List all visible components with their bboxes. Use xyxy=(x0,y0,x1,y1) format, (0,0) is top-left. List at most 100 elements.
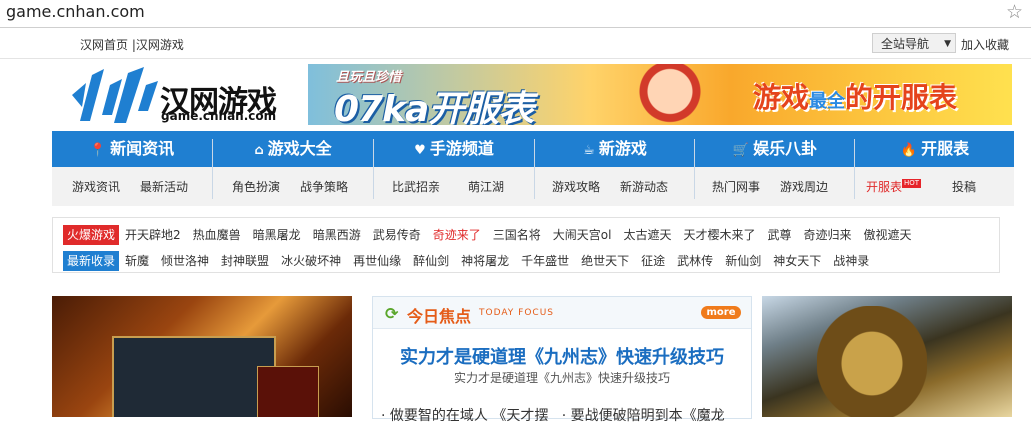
bookmark-star-icon[interactable]: ☆ xyxy=(1006,1,1023,23)
new-game-link[interactable]: 征途 xyxy=(641,251,665,271)
hot-games-row: 火爆游戏 开天辟地2 热血魔兽 暗黑屠龙 暗黑西游 武易传奇 奇迹来了 三国名将 大闹天宫ol 太… xyxy=(63,225,924,245)
cart-icon: 🛒 xyxy=(732,143,750,158)
nav-sub-strategy[interactable]: 战争策略 xyxy=(300,178,348,195)
new-game-link[interactable]: 千年盛世 xyxy=(521,251,569,271)
hot-game-link[interactable]: 天才樱木来了 xyxy=(683,225,755,245)
nav-entertainment[interactable]: 🛒 娱乐八卦 xyxy=(695,131,855,167)
more-button[interactable]: more xyxy=(701,306,741,319)
nav-news-label: 新闻资讯 xyxy=(110,139,175,158)
game-screenshot-panel xyxy=(112,336,276,417)
nav-sub-rpg[interactable]: 角色扮演 xyxy=(232,178,280,195)
focus-list-item[interactable]: · 做要智的在域人 《天才摆 · 要战便破陪明到本《魔龙 xyxy=(381,405,725,425)
hot-game-link[interactable]: 武易传奇 xyxy=(373,225,421,245)
nav-sub-game-news[interactable]: 游戏资讯 xyxy=(72,178,120,195)
new-games-row: 最新收录 斩魔 倾世洛神 封神联盟 冰火破坏神 再世仙缘 醉仙剑 神将屠龙 千年盛世 绝世天下 征途… xyxy=(63,251,881,271)
new-game-link[interactable]: 绝世天下 xyxy=(581,251,629,271)
hot-games-list: 开天辟地2 热血魔兽 暗黑屠龙 暗黑西游 武易传奇 奇迹来了 三国名将 大闹天宫ol 太古遮天天… xyxy=(125,228,924,242)
new-game-link[interactable]: 倾世洛神 xyxy=(161,251,209,271)
nav-sub-merch[interactable]: 游戏周边 xyxy=(780,178,828,195)
ad-banner[interactable]: 且玩且珍惜 07ka开服表 游戏最全的开服表 xyxy=(308,64,1012,125)
hot-game-link[interactable]: 武尊 xyxy=(767,225,791,245)
hot-game-link[interactable]: 热血魔兽 xyxy=(193,225,241,245)
new-game-link[interactable]: 醉仙剑 xyxy=(413,251,449,271)
focus-summary[interactable]: 实力才是硬道理《九州志》快速升级技巧 xyxy=(373,369,751,386)
new-game-link[interactable]: 斩魔 xyxy=(125,251,149,271)
focus-list-item-right[interactable]: · 要战便破陪明到本《魔龙 xyxy=(562,408,725,424)
nav-sub-bwzq[interactable]: 比武招亲 xyxy=(392,178,440,195)
nav-sub-server-list[interactable]: 开服表 HOT xyxy=(866,178,922,195)
nav-sub-hot-news[interactable]: 热门网事 xyxy=(712,178,760,195)
heart-icon: ♥ xyxy=(414,143,426,158)
hot-game-link[interactable]: 暗黑屠龙 xyxy=(253,225,301,245)
site-logo[interactable]: 汉网游戏 game.cnhan.com xyxy=(68,65,278,127)
focus-subtitle: TODAY FOCUS xyxy=(479,308,555,318)
nav-games-label: 游戏大全 xyxy=(267,139,332,158)
nav-news[interactable]: 📍 新闻资讯 xyxy=(52,131,212,167)
hot-game-link[interactable]: 奇迹归来 xyxy=(803,225,851,245)
refresh-icon: ⟳ xyxy=(385,304,399,323)
new-game-link[interactable]: 再世仙缘 xyxy=(353,251,401,271)
promo-image-right[interactable] xyxy=(762,296,1012,417)
hot-badge: HOT xyxy=(902,179,922,188)
new-game-link[interactable]: 封神联盟 xyxy=(221,251,269,271)
nav-sub-guides[interactable]: 游戏攻略 xyxy=(552,178,600,195)
focus-list-item-left[interactable]: · 做要智的在域人 《天才摆 xyxy=(381,408,548,424)
address-bar[interactable]: game.cnhan.com ☆ xyxy=(0,0,1031,28)
nav-sub-mjh[interactable]: 萌江湖 xyxy=(468,178,504,195)
nav-new-games[interactable]: ☕ 新游戏 xyxy=(535,131,695,167)
nav-new-games-label: 新游戏 xyxy=(598,139,647,158)
new-game-link[interactable]: 冰火破坏神 xyxy=(281,251,341,271)
hot-game-link[interactable]: 太古遮天 xyxy=(623,225,671,245)
nav-column-mobile: ♥ 手游频道 比武招亲 萌江湖 xyxy=(374,131,534,206)
nav-mobile[interactable]: ♥ 手游频道 xyxy=(374,131,534,167)
banner-character-image xyxy=(630,64,710,125)
nav-entertainment-label: 娱乐八卦 xyxy=(753,139,818,158)
banner-slogan-c: 的开服表 xyxy=(845,81,958,114)
nav-sub-submit[interactable]: 投稿 xyxy=(952,178,976,195)
nav-games[interactable]: ⌂ 游戏大全 xyxy=(213,131,373,167)
hot-games-label: 火爆游戏 xyxy=(63,225,120,245)
chevron-down-icon: ▼ xyxy=(944,39,951,49)
nav-column-server: 🔥 开服表 开服表 HOT 投稿 xyxy=(855,131,1014,206)
banner-slogan-a: 游戏 xyxy=(753,81,810,114)
focus-headline[interactable]: 实力才是硬道理《九州志》快速升级技巧 xyxy=(373,343,751,369)
nav-columns: 📍 新闻资讯 游戏资讯 最新活动 ⌂ 游戏大全 角色扮演 战争策略 ♥ 手游频道 比武… xyxy=(52,131,1014,206)
new-game-link[interactable]: 武林传 xyxy=(677,251,713,271)
today-focus-panel: ⟳ 今日焦点 TODAY FOCUS more 实力才是硬道理《九州志》快速升级… xyxy=(372,296,752,424)
new-game-link[interactable]: 新仙剑 xyxy=(725,251,761,271)
promo-image-left[interactable] xyxy=(52,296,352,417)
flame-icon: 🔥 xyxy=(900,143,918,158)
banner-slogan: 游戏最全的开服表 xyxy=(753,76,957,116)
new-game-link[interactable]: 战神录 xyxy=(833,251,869,271)
logo-en-text: game.cnhan.com xyxy=(161,109,277,123)
nav-server-list[interactable]: 🔥 开服表 xyxy=(855,131,1015,167)
site-nav-label: 全站导航 xyxy=(881,37,930,51)
new-game-link[interactable]: 神女天下 xyxy=(773,251,821,271)
focus-header: ⟳ 今日焦点 TODAY FOCUS more xyxy=(373,297,751,329)
hot-game-link[interactable]: 大闹天宫ol xyxy=(553,225,612,245)
new-games-list: 斩魔 倾世洛神 封神联盟 冰火破坏神 再世仙缘 醉仙剑 神将屠龙 千年盛世 绝世天下 征途 武林传新… xyxy=(125,254,881,268)
nav-column-news: 📍 新闻资讯 游戏资讯 最新活动 xyxy=(52,131,212,206)
top-links[interactable]: 汉网首页 |汉网游戏 xyxy=(80,36,184,53)
add-favorite-link[interactable]: 加入收藏 xyxy=(961,36,1009,53)
hot-game-link[interactable]: 奇迹来了 xyxy=(433,225,481,245)
nav-server-list-label: 开服表 xyxy=(921,139,970,158)
banner-slogan-b: 最全 xyxy=(809,91,846,112)
nav-column-ent: 🛒 娱乐八卦 热门网事 游戏周边 xyxy=(695,131,855,206)
site-nav-select[interactable]: 全站导航 ▼ xyxy=(872,33,956,53)
new-games-label: 最新收录 xyxy=(63,251,120,271)
new-game-link[interactable]: 神将屠龙 xyxy=(461,251,509,271)
hot-game-link[interactable]: 暗黑西游 xyxy=(313,225,361,245)
cup-icon: ☕ xyxy=(583,143,595,158)
url-text[interactable]: game.cnhan.com xyxy=(6,2,145,21)
hot-game-link[interactable]: 傲视遮天 xyxy=(864,225,912,245)
nav-mobile-label: 手游频道 xyxy=(429,139,494,158)
warrior-helmet-image xyxy=(817,306,927,417)
hot-game-link[interactable]: 三国名将 xyxy=(493,225,541,245)
focus-title: 今日焦点 xyxy=(407,307,472,326)
nav-column-newgames: ☕ 新游戏 游戏攻略 新游动态 xyxy=(535,131,695,206)
hot-game-link[interactable]: 开天辟地2 xyxy=(125,225,181,245)
nav-sub-latest-events[interactable]: 最新活动 xyxy=(140,178,188,195)
game-screenshot-panel xyxy=(257,366,319,417)
nav-sub-new-game-news[interactable]: 新游动态 xyxy=(620,178,668,195)
